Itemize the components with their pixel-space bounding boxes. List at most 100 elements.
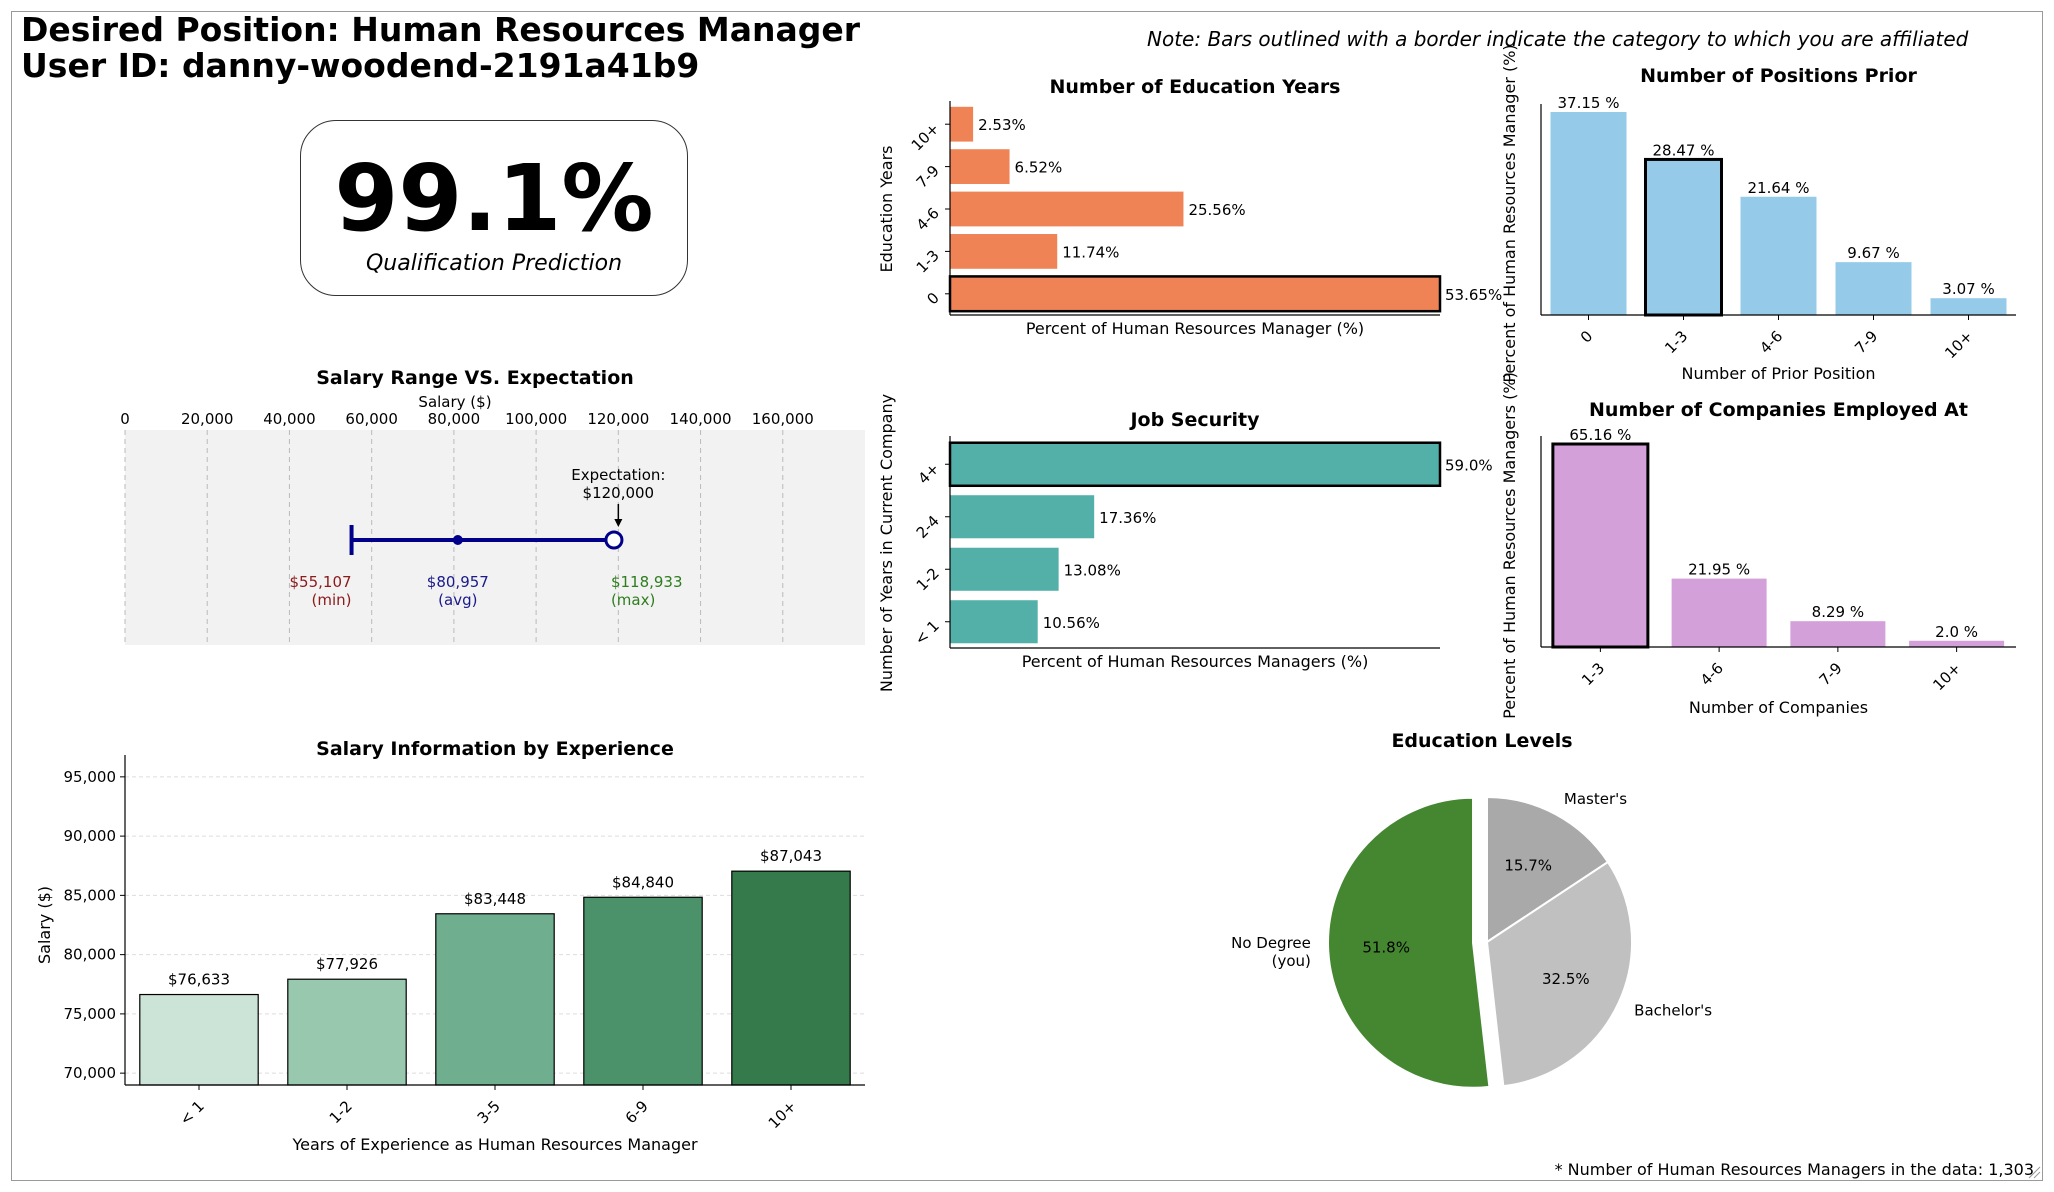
slice-label: Bachelor's xyxy=(1634,1002,1712,1020)
bar-value-label: 21.95 % xyxy=(1688,561,1750,579)
bar-value-label: 21.64 % xyxy=(1748,179,1810,197)
y-tick-label: 4-6 xyxy=(913,204,943,234)
chart-title: Salary Range VS. Expectation xyxy=(316,367,634,389)
x-axis-label: Number of Prior Position xyxy=(1681,364,1875,383)
companies-employed-chart: Number of Companies Employed At 65.16 % 1-… xyxy=(1500,372,2016,719)
page-title: Desired Position: Human Resources Manage… xyxy=(21,10,861,49)
salary-range-chart: Salary Range VS. Expectation Salary ($) 0 2… xyxy=(120,367,865,645)
bar xyxy=(435,913,555,1086)
x-tick-label: 10+ xyxy=(1941,327,1976,362)
chart-title: Number of Positions Prior xyxy=(1640,65,1917,87)
bar xyxy=(1644,157,1723,317)
max-marker xyxy=(604,530,624,550)
bar xyxy=(950,547,1059,591)
bar xyxy=(1790,621,1886,647)
slice-label: Master's xyxy=(1564,790,1627,808)
bar xyxy=(583,896,703,1086)
x-tick-label: 0 xyxy=(1577,327,1596,346)
bar-value-label: 53.65% xyxy=(1445,286,1502,304)
x-axis-label: Years of Experience as Human Resources M… xyxy=(291,1135,697,1154)
slice-percent-label: 51.8% xyxy=(1362,939,1410,957)
y-axis-label: Number of Years in Current Company xyxy=(877,394,896,692)
prediction-value: 99.1% xyxy=(334,145,654,252)
y-tick-label: 4+ xyxy=(914,459,942,487)
bar-value-label: $87,043 xyxy=(760,847,822,865)
x-tick-label: 20,000 xyxy=(181,410,234,428)
bar-value-label: 8.29 % xyxy=(1812,603,1864,621)
y-tick-label: 90,000 xyxy=(64,827,117,845)
bar-value-label: 6.52% xyxy=(1015,159,1063,177)
bar xyxy=(731,870,851,1086)
bar xyxy=(1909,640,2005,647)
x-tick-label: 6-9 xyxy=(622,1097,652,1127)
y-tick-label: 85,000 xyxy=(64,886,117,904)
x-tick-label: 160,000 xyxy=(752,410,814,428)
bar xyxy=(1930,298,2007,315)
bar xyxy=(1671,578,1767,647)
y-tick-label: 10+ xyxy=(908,119,943,154)
max-value-label: $118,933 xyxy=(611,573,683,591)
y-tick-label: 70,000 xyxy=(64,1064,117,1082)
y-tick-label: < 1 xyxy=(911,617,943,649)
bar-value-label: $84,840 xyxy=(612,873,674,891)
affiliation-note: Note: Bars outlined with a border indica… xyxy=(1147,27,1969,51)
y-axis-label: Percent of Human Resources Manager (%) xyxy=(1500,44,1519,382)
x-tick-label: 10+ xyxy=(765,1097,800,1132)
x-tick-label: 1-3 xyxy=(1661,327,1691,357)
slice-percent-label: 32.5% xyxy=(1542,970,1590,988)
x-tick-label: 7-9 xyxy=(1851,327,1881,357)
y-tick-label: 2-4 xyxy=(913,512,943,542)
bar-value-label: 9.67 % xyxy=(1847,244,1899,262)
y-axis-label: Education Years xyxy=(877,146,896,273)
x-tick-label: 4-6 xyxy=(1756,327,1786,357)
bar xyxy=(139,993,259,1086)
x-tick-label: 0 xyxy=(120,410,130,428)
avg-caption: (avg) xyxy=(438,591,477,609)
y-tick-label: 75,000 xyxy=(64,1005,117,1023)
bar xyxy=(287,978,407,1086)
bar-value-label: 59.0% xyxy=(1445,456,1493,474)
chart-title: Number of Companies Employed At xyxy=(1589,399,1968,421)
x-axis-label: Percent of Human Resources Managers (%) xyxy=(1022,652,1369,671)
y-axis-label: Percent of Human Resources Managers (%) xyxy=(1500,372,1519,719)
avg-value-label: $80,957 xyxy=(427,573,489,591)
x-tick-label: 10+ xyxy=(1929,659,1964,694)
data-count-note: * Number of Human Resources Managers in … xyxy=(1554,1160,2034,1179)
education-years-chart: Number of Education Years 53.65% 0 11.74% 1-… xyxy=(877,76,1502,338)
chart-title: Number of Education Years xyxy=(1049,76,1340,98)
bar xyxy=(948,275,1442,313)
expectation-value: $120,000 xyxy=(583,484,655,502)
resize-grip-icon[interactable] xyxy=(2027,1165,2041,1179)
bar xyxy=(1551,442,1650,649)
x-tick-label: 80,000 xyxy=(428,410,481,428)
x-tick-label: 4-6 xyxy=(1697,659,1727,689)
bar-value-label: 17.36% xyxy=(1099,509,1156,527)
user-id: User ID: danny-woodend-2191a41b9 xyxy=(21,46,700,85)
plot-background xyxy=(125,430,865,645)
bar xyxy=(950,149,1010,184)
bar xyxy=(948,441,1442,488)
x-tick-label: < 1 xyxy=(176,1097,208,1129)
y-tick-label: 1-3 xyxy=(913,247,943,277)
bar-value-label: 37.15 % xyxy=(1558,94,1620,112)
x-axis-label: Percent of Human Resources Manager (%) xyxy=(1026,319,1364,338)
slice-percent-label: 15.7% xyxy=(1504,856,1552,874)
job-security-chart: Job Security 10.56% < 1 13.08% 1-2 17.36% 2-4 5… xyxy=(877,394,1493,692)
positions-prior-chart: Number of Positions Prior 37.15 % 0 28.47 %… xyxy=(1500,44,2016,383)
x-tick-label: 140,000 xyxy=(670,410,732,428)
bar xyxy=(950,600,1038,644)
bar xyxy=(950,234,1058,269)
x-tick-label: 1-2 xyxy=(326,1097,356,1127)
bar-value-label: 25.56% xyxy=(1188,201,1245,219)
bar-value-label: 10.56% xyxy=(1043,614,1100,632)
y-axis-label: Salary ($) xyxy=(35,886,54,964)
salary-by-experience-chart: Salary Information by Experience 70,000 75… xyxy=(35,738,865,1154)
prediction-card: 99.1% Qualification Prediction xyxy=(300,120,688,296)
bar-value-label: 28.47 % xyxy=(1653,141,1715,159)
x-axis-label: Salary ($) xyxy=(418,393,491,411)
bar xyxy=(1550,112,1627,315)
bar-value-label: 2.53% xyxy=(978,116,1026,134)
x-axis-label: Number of Companies xyxy=(1689,698,1868,717)
y-tick-label: 95,000 xyxy=(64,768,117,786)
max-caption: (max) xyxy=(611,591,655,609)
